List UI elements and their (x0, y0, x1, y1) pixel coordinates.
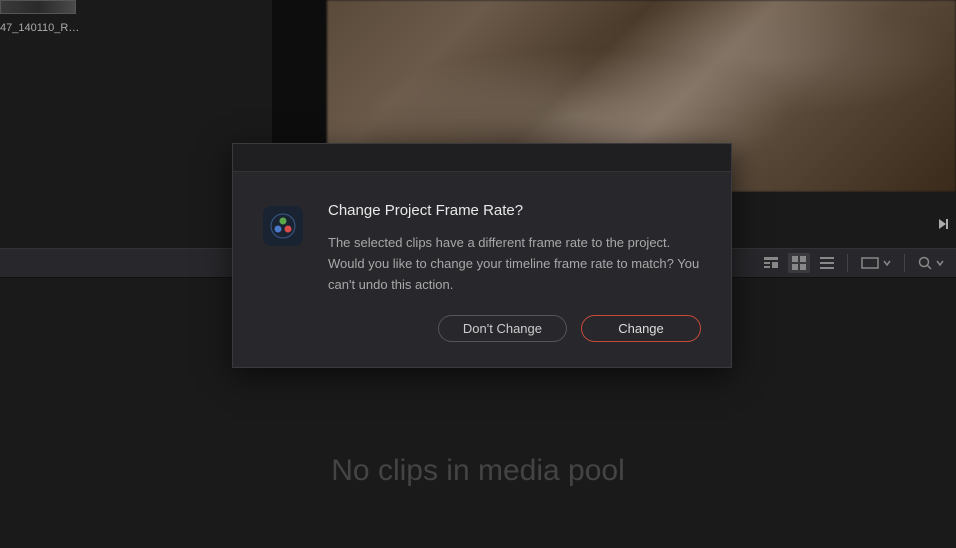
empty-state-message: No clips in media pool (331, 454, 624, 488)
app-icon (263, 206, 303, 246)
toolbar-divider (904, 254, 905, 272)
search-dropdown[interactable] (914, 256, 948, 270)
dont-change-button[interactable]: Don't Change (438, 315, 567, 342)
dialog-message: The selected clips have a different fram… (328, 233, 701, 295)
play-next-icon[interactable] (937, 217, 951, 231)
dialog-button-row: Don't Change Change (233, 315, 731, 360)
aspect-dropdown[interactable] (857, 257, 895, 269)
search-icon (918, 256, 932, 270)
grid-view-button[interactable] (788, 253, 810, 273)
clip-thumbnail[interactable] (0, 0, 76, 14)
dialog-titlebar[interactable] (233, 144, 731, 172)
dialog-title: Change Project Frame Rate? (328, 202, 701, 219)
toolbar-divider (847, 254, 848, 272)
metadata-view-button[interactable] (760, 253, 782, 273)
chevron-down-icon (883, 259, 891, 267)
frame-rate-dialog: Change Project Frame Rate? The selected … (232, 143, 732, 368)
list-view-button[interactable] (816, 253, 838, 273)
change-button[interactable]: Change (581, 315, 701, 342)
dialog-content: Change Project Frame Rate? The selected … (328, 202, 701, 295)
clip-label: 47_140110_R6... (0, 22, 80, 34)
dialog-body: Change Project Frame Rate? The selected … (233, 172, 731, 315)
chevron-down-icon (936, 259, 944, 267)
